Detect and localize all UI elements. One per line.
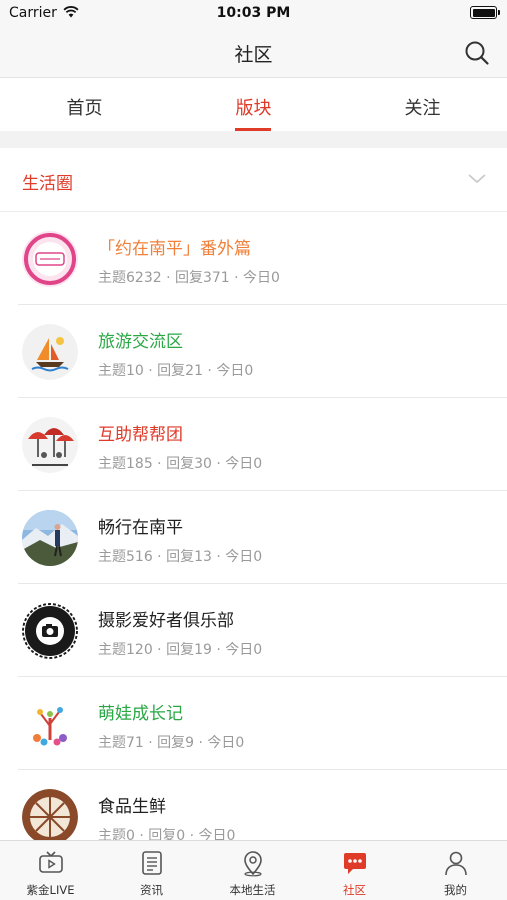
yuezainanping-logo	[22, 231, 78, 287]
section-header[interactable]: 生活圈	[0, 148, 507, 212]
section-gap	[0, 131, 507, 148]
status-bar: Carrier 10:03 PM	[0, 0, 507, 28]
tab-bar-item-news[interactable]: 资讯	[101, 841, 202, 900]
forum-name: 萌娃成长记	[98, 704, 183, 724]
tab-bar-label: 我的	[444, 883, 467, 897]
umbrella-group-icon	[22, 417, 78, 473]
tab-bar-item-local[interactable]: 本地生活	[202, 841, 303, 900]
forum-stats: 主题0 · 回复0 · 今日0	[98, 828, 236, 840]
tab-home[interactable]: 首页	[0, 79, 169, 131]
battery-icon	[470, 6, 500, 19]
forum-name: 旅游交流区	[98, 332, 183, 352]
news-icon	[142, 851, 162, 875]
chevron-down-icon[interactable]	[467, 170, 487, 186]
tv-icon	[39, 851, 63, 873]
list-item[interactable]: 畅行在南平 主题516 · 回复13 · 今日0	[0, 491, 507, 584]
forum-name: 食品生鲜	[98, 797, 166, 817]
search-icon[interactable]	[464, 40, 490, 66]
forum-name: 畅行在南平	[98, 518, 183, 538]
sailboat-icon	[22, 324, 78, 380]
tab-bar-label: 本地生活	[229, 883, 276, 897]
top-tabs: 首页 版块 关注	[0, 79, 507, 131]
forum-list: 「约在南平」番外篇 主题6232 · 回复371 · 今日0 旅游交流区 主题1…	[0, 212, 507, 840]
forum-name: 互助帮帮团	[98, 425, 183, 445]
tab-bar-label: 社区	[343, 883, 366, 897]
forum-stats: 主题6232 · 回复371 · 今日0	[98, 270, 280, 286]
orange-slice-icon	[22, 789, 78, 840]
tab-bar-item-live[interactable]: 紫金LIVE	[0, 841, 101, 900]
forum-name: 「约在南平」番外篇	[98, 239, 251, 259]
tab-bar-label: 资讯	[140, 883, 163, 897]
status-time: 10:03 PM	[216, 5, 291, 21]
tab-bar-item-me[interactable]: 我的	[405, 841, 506, 900]
forum-stats: 主题120 · 回复19 · 今日0	[98, 642, 263, 658]
forum-name: 摄影爱好者俱乐部	[98, 611, 234, 631]
forum-stats: 主题185 · 回复30 · 今日0	[98, 456, 263, 472]
section-title: 生活圈	[22, 174, 73, 194]
tab-bar-label: 紫金LIVE	[26, 883, 75, 897]
tab-boards[interactable]: 版块	[169, 79, 338, 131]
person-icon	[445, 851, 467, 876]
tab-bar-item-community[interactable]: 社区	[304, 841, 405, 900]
list-item[interactable]: 「约在南平」番外篇 主题6232 · 回复371 · 今日0	[0, 212, 507, 305]
tab-following[interactable]: 关注	[338, 79, 507, 131]
list-item[interactable]: 萌娃成长记 主题71 · 回复9 · 今日0	[0, 677, 507, 770]
bottom-tab-bar: 紫金LIVE 资讯 本地生活 社区 我的	[0, 840, 507, 900]
chat-bubble-icon	[344, 853, 366, 874]
hiker-photo	[22, 510, 78, 566]
page-title: 社区	[234, 44, 273, 66]
forum-stats: 主题10 · 回复21 · 今日0	[98, 363, 254, 379]
location-pin-icon	[244, 851, 262, 877]
list-item[interactable]: 食品生鲜 主题0 · 回复0 · 今日0	[0, 770, 507, 840]
list-item[interactable]: 旅游交流区 主题10 · 回复21 · 今日0	[0, 305, 507, 398]
nav-bar: 社区	[0, 28, 507, 78]
forum-stats: 主题71 · 回复9 · 今日0	[98, 735, 245, 751]
camera-club-badge	[22, 603, 78, 659]
list-item[interactable]: 摄影爱好者俱乐部 主题120 · 回复19 · 今日0	[0, 584, 507, 677]
forum-stats: 主题516 · 回复13 · 今日0	[98, 549, 263, 565]
kids-tree-icon	[22, 696, 78, 752]
list-item[interactable]: 互助帮帮团 主题185 · 回复30 · 今日0	[0, 398, 507, 491]
